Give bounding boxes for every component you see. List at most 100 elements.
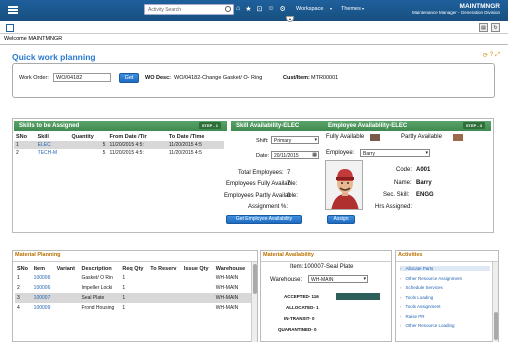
activity-item[interactable]: › Tools Loading	[400, 295, 433, 300]
partly-available-legend: Partly Available	[401, 134, 442, 140]
column-header[interactable]: Item	[32, 265, 55, 273]
lock-icon[interactable]: ⊡	[257, 5, 263, 13]
table-row[interactable]: 4 100009 Frond Housing 1 WH-MAIN	[15, 303, 251, 313]
partly-available-value: 0	[287, 193, 291, 199]
table-cell: 1	[17, 275, 20, 281]
column-header[interactable]: Issue Qty	[182, 265, 214, 273]
expand-icon[interactable]	[6, 24, 14, 32]
activity-item[interactable]: › Tools Assignment	[400, 304, 441, 309]
table-cell: 1	[120, 293, 149, 303]
activity-item[interactable]: › Allocate Parts	[400, 266, 490, 271]
table-cell: Frond Housing	[81, 305, 115, 311]
material-planning-title: Material Planning	[15, 252, 61, 258]
table-cell	[54, 293, 80, 303]
shift-label: Shift:	[256, 138, 269, 144]
column-header[interactable]: To Date /Time	[167, 133, 224, 141]
table-cell: 3	[15, 293, 32, 303]
search-icon[interactable]	[225, 6, 231, 12]
table-cell: ELEC	[35, 141, 70, 149]
work-order-panel: Work Order: WO/04182 Get WO Desc: WO/041…	[12, 63, 495, 98]
skill-availability-title: Skill Availability-ELEC	[236, 123, 300, 129]
home-icon[interactable]: ⌂	[236, 5, 240, 13]
material-scrollbar[interactable]	[251, 262, 257, 342]
table-cell: TECH-M	[37, 150, 58, 156]
menu-icon[interactable]	[8, 6, 18, 14]
item-value: 100007-Seal Plate	[304, 264, 354, 270]
column-header[interactable]: Description	[79, 265, 120, 273]
user-icon[interactable]: ☺	[267, 5, 274, 13]
table-row[interactable]: 2 TECH-M 5 11/20/2015 4:5: 11/20/2015 4:5	[14, 149, 224, 157]
employee-select[interactable]: Barry ▾	[360, 149, 430, 157]
table-cell: 1	[14, 141, 36, 149]
column-header[interactable]: Quantity	[69, 133, 107, 141]
get-button[interactable]: Get	[119, 73, 139, 83]
table-cell: Impeller Locki	[81, 285, 113, 291]
warehouse-select[interactable]: WH-MAIN ▾	[308, 275, 368, 283]
warehouse-value: WH-MAIN	[311, 277, 334, 283]
table-row[interactable]: 2 100006 Impeller Locki 1 WH-MAIN	[15, 283, 251, 293]
activity-label: Other Resource Assignment	[405, 275, 462, 281]
refresh-icon[interactable]: ⟳	[483, 52, 488, 59]
code-value: A001	[416, 167, 431, 173]
work-order-label: Work Order:	[19, 75, 49, 81]
settings-icon[interactable]: ⚙	[280, 5, 286, 13]
allocated-label: ALLOCATED- 1	[286, 305, 319, 310]
shift-value: Primary	[274, 138, 292, 144]
table-row[interactable]: 1 ELEC 5 11/20/2015 4:5: 11/20/2015 4:5	[14, 141, 224, 149]
shift-select[interactable]: Primary ▾	[271, 136, 319, 144]
assign-button[interactable]: Assign	[327, 215, 355, 224]
chevron-right-icon: ›	[400, 313, 402, 319]
activity-item[interactable]: › Raise PR	[400, 314, 425, 319]
employee-value: Barry	[363, 151, 375, 157]
skills-panel: Skills to be Assigned STEP - 1 SNo Skill Q…	[14, 121, 227, 229]
refresh-icon[interactable]: ↻	[491, 23, 500, 32]
get-employee-availability-button[interactable]: Get Employee Availability	[226, 215, 302, 224]
star-icon[interactable]: ★	[245, 5, 251, 13]
column-header[interactable]: Req Qty	[120, 265, 148, 273]
activities-scrollbar[interactable]	[492, 262, 498, 342]
activity-search-input[interactable]: Activity Search	[144, 4, 234, 15]
user-block[interactable]: MAINTMNGR Maintenance Manager - Generati…	[412, 3, 500, 15]
scrollbar-thumb[interactable]	[494, 312, 498, 340]
table-cell	[182, 303, 214, 313]
chevron-right-icon: ›	[400, 304, 402, 309]
table-cell: 5	[102, 150, 106, 156]
activity-item[interactable]: › Schedule Services	[400, 285, 443, 290]
item-label: Item:	[290, 264, 304, 270]
table-cell: WH-MAIN	[215, 285, 239, 291]
expand-icon[interactable]: ⤢	[495, 52, 500, 59]
activities-title: Activities	[398, 252, 423, 258]
wo-desc-value: WO/04182-Change Gasket/ O- Ring	[174, 75, 263, 81]
fully-available-value: 7	[287, 181, 291, 187]
chevron-right-icon: ›	[400, 285, 402, 290]
work-order-input[interactable]: WO/04182	[53, 73, 111, 82]
chevron-down-icon: ▾	[425, 150, 428, 156]
calendar-icon[interactable]: ▦	[312, 152, 317, 158]
column-header[interactable]: Skill	[36, 133, 70, 141]
skills-header: Skills to be Assigned STEP - 1	[14, 121, 227, 131]
welcome-text: Welcome MAINTMNGR	[4, 36, 63, 42]
column-header[interactable]: To Reserv	[148, 265, 182, 273]
workspace-menu[interactable]: Workspace	[296, 6, 323, 12]
column-header[interactable]: SNo	[15, 265, 32, 273]
scrollbar-thumb[interactable]	[253, 264, 257, 294]
table-cell	[55, 273, 80, 283]
table-cell	[148, 303, 182, 313]
table-cell: Seal Plate	[79, 293, 121, 303]
activity-item[interactable]: › Other Resource Loading	[400, 323, 455, 328]
quarantined-label: QUARANTINED- 0	[278, 327, 317, 332]
table-row[interactable]: 3 100007 Seal Plate 1 WH-MAIN	[15, 293, 251, 303]
themes-menu[interactable]: Themes	[341, 6, 361, 12]
column-header[interactable]: Variant	[55, 265, 80, 273]
help-icon[interactable]: ?	[490, 52, 493, 59]
activity-label: Raise PR	[405, 313, 425, 319]
column-header[interactable]: From Date /Tir	[107, 133, 166, 141]
table-cell: Gasket/ O Rin	[81, 275, 113, 281]
print-icon[interactable]: ▤	[479, 23, 488, 32]
table-row[interactable]: 1 100006 Gasket/ O Rin 1 WH-MAIN	[15, 273, 251, 283]
column-header[interactable]: SNo	[14, 133, 36, 141]
chevron-right-icon: ›	[400, 323, 402, 328]
date-input[interactable]: 20/11/2015 ▦	[271, 151, 319, 159]
column-header[interactable]: Warehouse	[214, 265, 251, 273]
activity-item[interactable]: › Other Resource Assignment	[400, 276, 462, 281]
